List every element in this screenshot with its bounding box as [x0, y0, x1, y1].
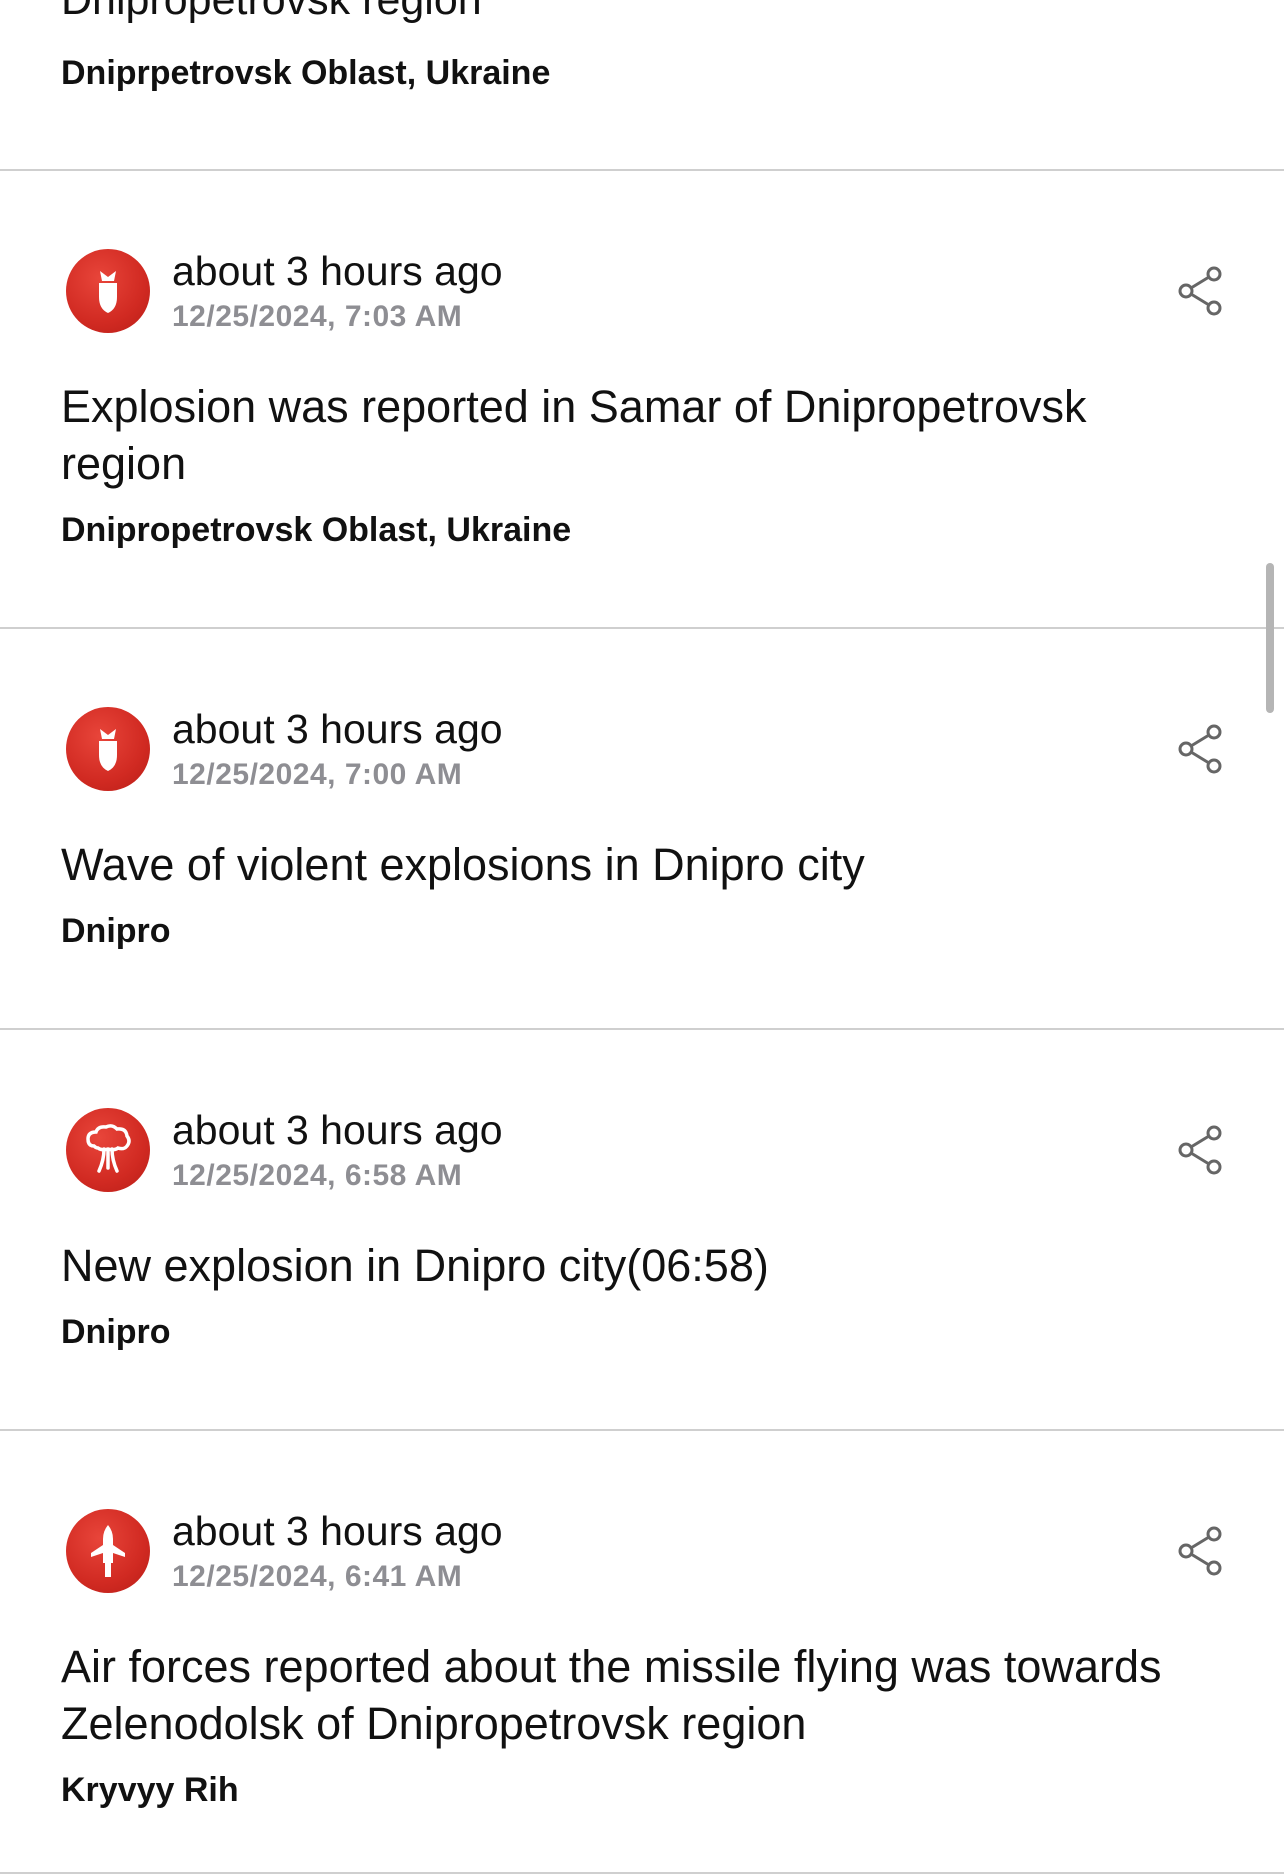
share-icon[interactable] [1176, 265, 1224, 317]
scrollbar[interactable] [1266, 563, 1274, 713]
share-icon[interactable] [1176, 723, 1224, 775]
share-icon[interactable] [1176, 1124, 1224, 1176]
event-location: Dnipro [61, 912, 171, 950]
missile-icon [66, 1509, 150, 1593]
relative-time: about 3 hours ago [172, 1508, 503, 1554]
share-icon[interactable] [1176, 1525, 1224, 1577]
relative-time: about 3 hours ago [172, 706, 503, 752]
event-headline: Dnipropetrovsk region [61, 0, 482, 24]
event-headline: Air forces reported about the missile fl… [61, 1641, 1162, 1749]
relative-time: about 3 hours ago [172, 1107, 503, 1153]
event-headline: Wave of violent explosions in Dnipro cit… [61, 839, 865, 890]
list-item[interactable]: Dnipropetrovsk region Dniprpetrovsk Obla… [0, 0, 1284, 171]
relative-time: about 3 hours ago [172, 248, 503, 294]
event-location: Dnipropetrovsk Oblast, Ukraine [61, 511, 572, 549]
list-item[interactable]: about 3 hours ago 12/25/2024, 6:41 AM Ai… [0, 1431, 1284, 1874]
explosion-cloud-icon [66, 1108, 150, 1192]
event-location: Dnipro [61, 1313, 171, 1351]
event-headline: Explosion was reported in Samar of Dnipr… [61, 381, 1087, 489]
event-feed[interactable]: Dnipropetrovsk region Dniprpetrovsk Obla… [0, 0, 1284, 1876]
event-location: Kryvyy Rih [61, 1771, 239, 1809]
event-location: Dniprpetrovsk Oblast, Ukraine [61, 54, 551, 92]
bomb-icon [66, 249, 150, 333]
list-item[interactable]: about 3 hours ago 12/25/2024, 7:00 AM Wa… [0, 629, 1284, 1030]
event-timestamp: 12/25/2024, 6:41 AM [172, 1560, 463, 1593]
list-item[interactable]: about 3 hours ago 12/25/2024, 6:58 AM Ne… [0, 1030, 1284, 1431]
event-timestamp: 12/25/2024, 7:03 AM [172, 300, 463, 333]
list-item[interactable]: about 3 hours ago 12/25/2024, 7:03 AM Ex… [0, 171, 1284, 629]
event-timestamp: 12/25/2024, 6:58 AM [172, 1159, 463, 1192]
bomb-icon [66, 707, 150, 791]
event-timestamp: 12/25/2024, 7:00 AM [172, 758, 463, 791]
event-headline: New explosion in Dnipro city(06:58) [61, 1240, 769, 1291]
